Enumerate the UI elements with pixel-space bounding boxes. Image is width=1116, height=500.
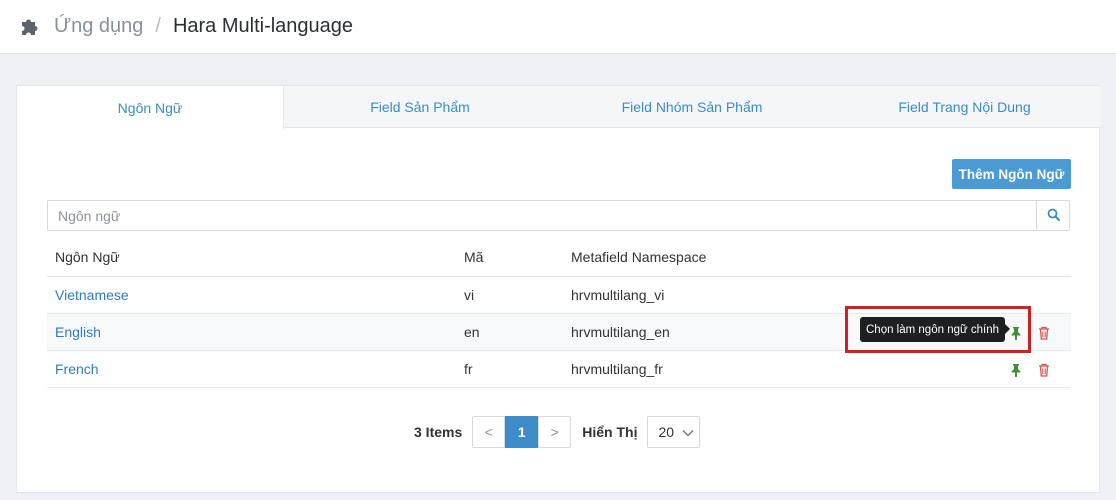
trash-icon[interactable] xyxy=(1037,326,1051,340)
trash-icon[interactable] xyxy=(1037,363,1051,377)
row-actions xyxy=(843,350,1071,388)
table-row: French fr hrvmultilang_fr xyxy=(47,350,1071,388)
language-code: en xyxy=(456,313,563,351)
language-name-link[interactable]: English xyxy=(47,313,456,351)
puzzle-icon xyxy=(18,16,40,38)
language-namespace: hrvmultilang_en xyxy=(563,313,843,351)
tab-product-fields[interactable]: Field Sản Phẩm xyxy=(284,86,556,127)
page-1-button[interactable]: 1 xyxy=(505,416,539,448)
search-icon xyxy=(1047,208,1060,224)
breadcrumb-parent[interactable]: Ứng dụng xyxy=(54,15,143,38)
tab-collection-fields[interactable]: Field Nhóm Sản Phẩm xyxy=(556,86,828,127)
table-header-row: Ngôn Ngữ Mã Metafield Namespace xyxy=(47,239,1071,277)
column-header-code: Mã xyxy=(456,239,563,277)
column-header-actions xyxy=(843,239,1071,277)
per-page-label: Hiển Thị xyxy=(582,424,638,440)
tab-languages[interactable]: Ngôn Ngữ xyxy=(17,86,284,129)
per-page-select[interactable]: 20 xyxy=(647,416,701,448)
items-count: 3 Items xyxy=(414,424,463,440)
language-namespace: hrvmultilang_fr xyxy=(563,350,843,388)
column-header-language: Ngôn Ngữ xyxy=(47,239,456,277)
chevron-down-icon xyxy=(682,424,694,440)
tab-page-fields[interactable]: Field Trang Nội Dung xyxy=(828,86,1101,127)
top-bar: Ứng dụng / Hara Multi-language xyxy=(0,0,1116,54)
language-namespace: hrvmultilang_vi xyxy=(563,276,843,314)
tab-bar: Ngôn Ngữ Field Sản Phẩm Field Nhóm Sản P… xyxy=(17,86,1101,129)
search-input[interactable] xyxy=(48,201,1036,230)
language-code: fr xyxy=(456,350,563,388)
prev-page-button[interactable]: < xyxy=(472,416,506,448)
pagination: 3 Items < 1 > Hiển Thị 20 xyxy=(414,416,701,448)
language-name-link[interactable]: Vietnamese xyxy=(47,276,456,314)
breadcrumb-separator: / xyxy=(155,15,161,37)
search-button[interactable] xyxy=(1036,201,1069,230)
column-header-namespace: Metafield Namespace xyxy=(563,239,843,277)
next-page-button[interactable]: > xyxy=(538,416,572,448)
search-box xyxy=(47,200,1070,231)
per-page-value: 20 xyxy=(658,424,675,440)
add-language-button[interactable]: Thêm Ngôn Ngữ xyxy=(952,159,1071,189)
highlight-box xyxy=(845,306,1031,353)
page-title: Hara Multi-language xyxy=(172,15,354,37)
language-name-link[interactable]: French xyxy=(47,350,456,388)
language-code: vi xyxy=(456,276,563,314)
pin-icon[interactable] xyxy=(1009,363,1023,378)
